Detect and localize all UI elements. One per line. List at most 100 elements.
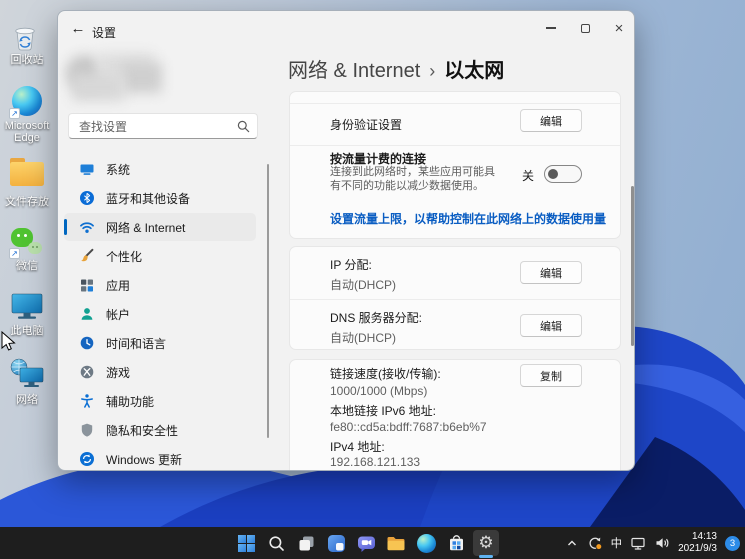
edge-icon bbox=[416, 533, 436, 553]
card-ip-dns: IP 分配: 自动(DHCP) 编辑 DNS 服务器分配: 自动(DHCP) 编… bbox=[289, 246, 621, 350]
divider bbox=[290, 145, 620, 146]
page-title: 以太网 bbox=[444, 60, 505, 82]
widgets-button[interactable] bbox=[323, 530, 349, 556]
desktop-icon-edge[interactable]: ↗ Microsoft Edge bbox=[0, 86, 54, 144]
folder-icon bbox=[9, 158, 45, 194]
metered-connection-description: 连接到此网络时，某些应用可能具有不同的功能以减少数据使用。 bbox=[330, 166, 495, 192]
desktop-icon-wechat[interactable]: ↗ 微信 bbox=[0, 226, 54, 272]
file-explorer-icon bbox=[387, 536, 405, 550]
desktop: { "window": { "title": "设置", "back_glyph… bbox=[0, 0, 745, 559]
desktop-icon-label: Microsoft Edge bbox=[4, 120, 50, 144]
taskbar: ⚙ 中 14:13 2021/9/3 3 bbox=[0, 527, 745, 559]
system-icon bbox=[80, 164, 94, 175]
sidebar-item-accounts[interactable]: 帐户 bbox=[64, 300, 256, 328]
shortcut-arrow-icon: ↗ bbox=[9, 108, 20, 119]
personalization-icon bbox=[81, 248, 94, 262]
dns-assignment-value: 自动(DHCP) bbox=[330, 331, 396, 345]
breadcrumb-separator: › bbox=[429, 61, 436, 81]
sidebar-item-bluetooth[interactable]: 蓝牙和其他设备 bbox=[64, 184, 256, 212]
widgets-icon bbox=[327, 534, 345, 552]
copy-button[interactable]: 复制 bbox=[520, 364, 582, 387]
sidebar-item-label: 隐私和安全性 bbox=[106, 423, 179, 438]
ip-edit-button[interactable]: 编辑 bbox=[520, 261, 582, 284]
apps-icon bbox=[81, 279, 93, 292]
system-tray: 中 14:13 2021/9/3 3 bbox=[565, 527, 740, 559]
network-internet-icon bbox=[80, 222, 94, 233]
sidebar-item-apps[interactable]: 应用 bbox=[64, 271, 256, 299]
taskbar-search-button[interactable] bbox=[263, 530, 289, 556]
sidebar-item-system[interactable]: 系统 bbox=[64, 155, 256, 183]
desktop-icon-recycle-bin[interactable]: 回收站 bbox=[0, 20, 54, 66]
notification-badge[interactable]: 3 bbox=[725, 535, 740, 551]
maximize-button[interactable] bbox=[574, 19, 596, 37]
ime-indicator[interactable]: 中 bbox=[611, 535, 623, 551]
minimize-button[interactable] bbox=[540, 19, 562, 37]
network-places-icon bbox=[9, 356, 45, 392]
mouse-cursor bbox=[1, 331, 16, 351]
window-title: 设置 bbox=[92, 26, 117, 40]
edge-icon: ↗ bbox=[9, 86, 45, 119]
taskbar-edge-button[interactable] bbox=[413, 530, 439, 556]
sidebar-item-time-language[interactable]: 时间和语言 bbox=[64, 329, 256, 357]
file-explorer-button[interactable] bbox=[383, 530, 409, 556]
desktop-icon-folder[interactable]: 文件存放 bbox=[0, 158, 54, 208]
sidebar-item-label: 游戏 bbox=[106, 365, 131, 380]
sidebar-item-label: 系统 bbox=[106, 162, 131, 177]
desktop-icon-label: 网络 bbox=[16, 394, 38, 406]
selected-accent-bar bbox=[64, 219, 67, 235]
search-box[interactable] bbox=[68, 113, 258, 139]
settings-taskbar-button[interactable]: ⚙ bbox=[473, 530, 499, 558]
breadcrumb-parent[interactable]: 网络 & Internet bbox=[288, 60, 420, 82]
sidebar-item-label: 网络 & Internet bbox=[106, 220, 186, 235]
sidebar-item-label: 辅助功能 bbox=[106, 394, 155, 409]
toggle-state-label: 关 bbox=[521, 169, 534, 183]
settings-icon: ⚙ bbox=[478, 532, 494, 553]
search-input[interactable] bbox=[77, 115, 231, 139]
ip-assignment-label: IP 分配: bbox=[330, 258, 372, 272]
sidebar-item-label: 时间和语言 bbox=[106, 336, 167, 351]
sidebar-item-personalization[interactable]: 个性化 bbox=[64, 242, 256, 270]
start-icon bbox=[237, 534, 255, 552]
desktop-icon-label: 文件存放 bbox=[5, 196, 49, 208]
sidebar-item-network-internet[interactable]: 网络 & Internet bbox=[64, 213, 256, 241]
sidebar-item-gaming[interactable]: 游戏 bbox=[64, 358, 256, 386]
store-icon bbox=[449, 534, 463, 550]
clock[interactable]: 14:13 2021/9/3 bbox=[678, 531, 717, 555]
active-app-indicator bbox=[479, 555, 493, 558]
sidebar-item-windows-update[interactable]: Windows 更新 bbox=[64, 445, 256, 470]
ipv4-label: IPv4 地址: bbox=[330, 440, 385, 454]
sidebar-scrollbar[interactable] bbox=[267, 164, 269, 438]
accessibility-icon bbox=[81, 394, 93, 408]
divider bbox=[290, 299, 620, 300]
shortcut-arrow-icon: ↗ bbox=[9, 248, 20, 259]
metered-toggle[interactable] bbox=[544, 165, 582, 183]
search-icon bbox=[237, 120, 250, 133]
ipv6-label: 本地链接 IPv6 地址: bbox=[330, 404, 437, 418]
task-view-button[interactable] bbox=[293, 530, 319, 556]
sidebar-item-privacy-security[interactable]: 隐私和安全性 bbox=[64, 416, 256, 444]
auth-edit-button[interactable]: 编辑 bbox=[520, 109, 582, 132]
back-button[interactable]: ← bbox=[69, 20, 87, 38]
data-limit-link[interactable]: 设置流量上限，以帮助控制在此网络上的数据使用量 bbox=[330, 210, 606, 227]
network-tray-icon[interactable] bbox=[630, 536, 646, 551]
desktop-icon-label: 回收站 bbox=[10, 54, 44, 66]
chat-button[interactable] bbox=[353, 530, 379, 556]
ipv6-value: fe80::cd5a:bdff:7687:b6eb%7 bbox=[330, 420, 487, 434]
content-scrollbar[interactable] bbox=[631, 186, 634, 346]
start-button[interactable] bbox=[233, 530, 259, 556]
sidebar-item-label: 帐户 bbox=[106, 307, 131, 322]
divider bbox=[290, 103, 620, 104]
store-button[interactable] bbox=[443, 530, 469, 556]
sidebar-item-accessibility[interactable]: 辅助功能 bbox=[64, 387, 256, 415]
dns-edit-button[interactable]: 编辑 bbox=[520, 314, 582, 337]
sidebar-item-label: 蓝牙和其他设备 bbox=[106, 191, 191, 206]
this-pc-icon bbox=[9, 291, 45, 323]
update-pending-icon[interactable] bbox=[587, 535, 603, 551]
desktop-icon-network[interactable]: 网络 bbox=[0, 356, 54, 406]
volume-icon[interactable] bbox=[654, 535, 670, 551]
sidebar-item-label: 应用 bbox=[106, 278, 131, 293]
dns-assignment-label: DNS 服务器分配: bbox=[330, 311, 423, 325]
tray-chevron-up-icon[interactable] bbox=[565, 537, 579, 549]
close-button[interactable]: × bbox=[608, 19, 630, 37]
accounts-icon bbox=[81, 308, 93, 320]
